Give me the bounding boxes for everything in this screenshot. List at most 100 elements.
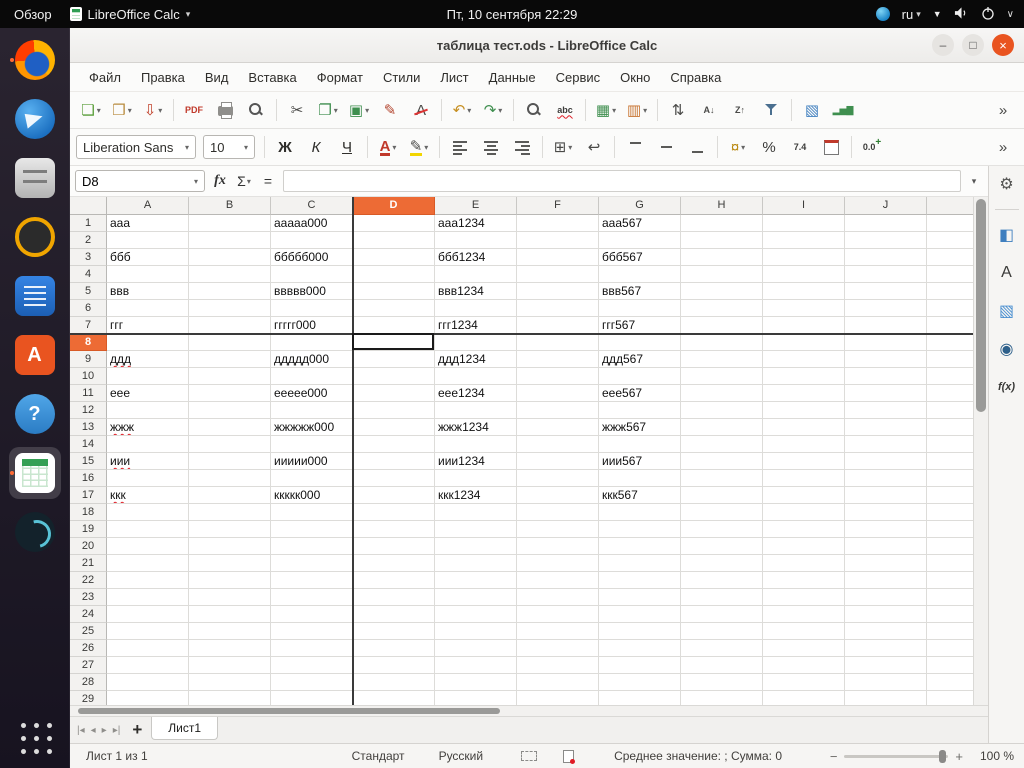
close-button[interactable]: × [992, 34, 1014, 56]
cell-b17[interactable] [189, 487, 271, 504]
menu-sheet[interactable]: Лист [431, 66, 477, 89]
row-header-19[interactable]: 19 [70, 521, 107, 538]
row-header-16[interactable]: 16 [70, 470, 107, 487]
insert-chart-button[interactable]: ▂▅▇ [828, 97, 858, 123]
cell-e10[interactable] [435, 368, 517, 385]
cell-j10[interactable] [845, 368, 927, 385]
cell-h25[interactable] [681, 623, 763, 640]
insert-row-button[interactable]: ▦ ▾ [591, 97, 621, 123]
row-header-23[interactable]: 23 [70, 589, 107, 606]
cell-j4[interactable] [845, 266, 927, 283]
cell-h5[interactable] [681, 283, 763, 300]
cell-i14[interactable] [763, 436, 845, 453]
cell-i18[interactable] [763, 504, 845, 521]
cell-f25[interactable] [517, 623, 599, 640]
cell-d5[interactable] [353, 283, 435, 300]
menu-format[interactable]: Формат [308, 66, 372, 89]
cell-g4[interactable] [599, 266, 681, 283]
cell-i19[interactable] [763, 521, 845, 538]
cell-h15[interactable] [681, 453, 763, 470]
cell-b18[interactable] [189, 504, 271, 521]
cell-h21[interactable] [681, 555, 763, 572]
cell-a21[interactable] [107, 555, 189, 572]
align-bottom-button[interactable] [682, 134, 712, 160]
cell-i23[interactable] [763, 589, 845, 606]
cell-d10[interactable] [353, 368, 435, 385]
spelling-button[interactable]: abc [550, 97, 580, 123]
cell-d27[interactable] [353, 657, 435, 674]
cut-button[interactable]: ✂ [282, 97, 312, 123]
cell-c5[interactable]: ввввв000 [271, 283, 353, 300]
sidebar-settings-button[interactable]: ⚙ [993, 171, 1021, 197]
cell-f4[interactable] [517, 266, 599, 283]
cell-j17[interactable] [845, 487, 927, 504]
cell-c12[interactable] [271, 402, 353, 419]
cell-b6[interactable] [189, 300, 271, 317]
cell-g11[interactable]: еее567 [599, 385, 681, 402]
menu-window[interactable]: Окно [611, 66, 659, 89]
cell-c9[interactable]: ддддд000 [271, 351, 353, 368]
cell-a23[interactable] [107, 589, 189, 606]
cell-f19[interactable] [517, 521, 599, 538]
styles-button[interactable]: A [993, 260, 1021, 286]
cell-h17[interactable] [681, 487, 763, 504]
cell-d22[interactable] [353, 572, 435, 589]
cell-b14[interactable] [189, 436, 271, 453]
cell-a16[interactable] [107, 470, 189, 487]
highlighting-color-button[interactable]: ✎ ▾ [404, 134, 434, 160]
document-modified-icon[interactable] [563, 749, 576, 764]
cell-f16[interactable] [517, 470, 599, 487]
keyboard-layout-indicator[interactable]: ru ▾ [902, 7, 921, 22]
cell-f22[interactable] [517, 572, 599, 589]
cell-d9[interactable] [353, 351, 435, 368]
cell-h18[interactable] [681, 504, 763, 521]
column-header-e[interactable]: E [435, 197, 517, 215]
functions-button[interactable]: f(x) [993, 374, 1021, 400]
cell-g9[interactable]: ддд567 [599, 351, 681, 368]
undo-dropdown-icon[interactable]: ▾ [467, 106, 471, 115]
cell-d25[interactable] [353, 623, 435, 640]
row-header-20[interactable]: 20 [70, 538, 107, 555]
cell-b23[interactable] [189, 589, 271, 606]
cell-g27[interactable] [599, 657, 681, 674]
cell-e29[interactable] [435, 691, 517, 705]
cell-j16[interactable] [845, 470, 927, 487]
cell-h19[interactable] [681, 521, 763, 538]
cell-g18[interactable] [599, 504, 681, 521]
align-right-button[interactable] [507, 134, 537, 160]
cell-d18[interactable] [353, 504, 435, 521]
row-header-17[interactable]: 17 [70, 487, 107, 504]
cell-g20[interactable] [599, 538, 681, 555]
menu-styles[interactable]: Стили [374, 66, 429, 89]
cell-a4[interactable] [107, 266, 189, 283]
swirl-app-launcher[interactable] [9, 506, 61, 558]
row-header-5[interactable]: 5 [70, 283, 107, 300]
cell-f20[interactable] [517, 538, 599, 555]
sheet-tab-list1[interactable]: Лист1 [151, 717, 218, 740]
cell-g16[interactable] [599, 470, 681, 487]
cell-i26[interactable] [763, 640, 845, 657]
expand-formula-bar-button[interactable]: ▾ [965, 176, 983, 187]
cell-c19[interactable] [271, 521, 353, 538]
cell-d11[interactable] [353, 385, 435, 402]
cell-g7[interactable]: ггг567 [599, 317, 681, 334]
cell-e18[interactable] [435, 504, 517, 521]
zoom-in-button[interactable]: + [955, 749, 963, 764]
cell-b28[interactable] [189, 674, 271, 691]
cell-b20[interactable] [189, 538, 271, 555]
cell-i12[interactable] [763, 402, 845, 419]
row-header-11[interactable]: 11 [70, 385, 107, 402]
row-header-29[interactable]: 29 [70, 691, 107, 705]
row-header-10[interactable]: 10 [70, 368, 107, 385]
cell-h12[interactable] [681, 402, 763, 419]
save-dropdown-icon[interactable]: ▾ [158, 106, 162, 115]
cell-a7[interactable]: ггг [107, 317, 189, 334]
help-launcher[interactable]: ? [9, 388, 61, 440]
cell-b11[interactable] [189, 385, 271, 402]
cell-b7[interactable] [189, 317, 271, 334]
zoom-slider[interactable] [844, 749, 949, 763]
cell-e11[interactable]: еее1234 [435, 385, 517, 402]
cell-e28[interactable] [435, 674, 517, 691]
formula-button[interactable]: = [257, 169, 279, 193]
menu-data[interactable]: Данные [480, 66, 545, 89]
